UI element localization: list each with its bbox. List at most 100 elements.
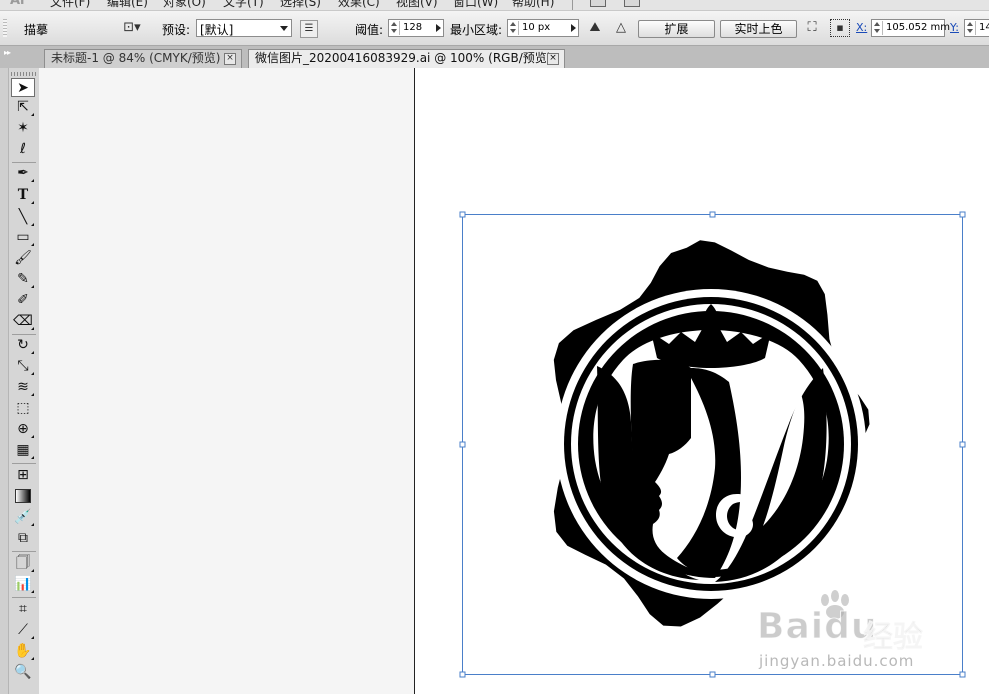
x-label[interactable]: X: [856,21,867,34]
chevron-down-icon [280,26,288,31]
tool-separator [12,597,36,598]
x-position-field[interactable]: 105.052 mm [871,19,950,37]
menu-view[interactable]: 视图(V) [396,0,438,10]
slider-arrow-icon[interactable] [571,24,576,32]
menu-file[interactable]: 文件(F) [50,0,90,10]
queen-emblem-artwork[interactable] [553,240,870,627]
eraser-tool-icon[interactable]: ⌫ [11,312,35,331]
menu-edit[interactable]: 编辑(E) [107,0,148,10]
threshold-stepper[interactable]: 128 [388,19,444,37]
lasso-tool-icon[interactable]: ℓ [11,140,35,159]
direct-selection-tool-icon[interactable]: ⇱ [11,98,35,117]
tracing-mode-label: 描摹 [24,23,49,37]
blob-brush-tool-icon[interactable]: ✐ [11,291,35,310]
column-graph-tool-icon[interactable]: 📊 [11,575,35,594]
symbol-sprayer-tool-icon[interactable]: 🗍 [11,554,35,573]
stepper-arrows-icon[interactable] [390,21,400,35]
y-position-field[interactable]: 14 [964,19,989,37]
raster-view-icon[interactable]: ⛰ [586,20,604,36]
close-icon[interactable]: × [547,53,559,65]
resize-handle-right[interactable] [959,441,966,448]
resize-handle-top[interactable] [709,211,716,218]
warp-tool-icon[interactable]: ≋ [11,378,35,397]
menu-object[interactable]: 对象(O) [163,0,206,10]
resize-handle-left[interactable] [459,441,466,448]
scale-tool-icon[interactable]: ⤡ [11,357,35,376]
tool-separator [12,463,36,464]
magic-wand-tool-icon[interactable]: ✶ [11,119,35,138]
shape-builder-tool-icon[interactable]: ⊕ [11,420,35,439]
artboard-tool-icon[interactable]: ⌗ [11,600,35,619]
resize-handle-bottom[interactable] [709,671,716,678]
resize-handle-bottom-right[interactable] [959,671,966,678]
preset-label: 预设: [162,23,191,37]
tracing-options-icon[interactable]: ⊡▾ [120,20,144,36]
y-label[interactable]: Y: [950,21,959,34]
tool-separator [12,162,36,163]
tab-wechat-image[interactable]: 微信图片_20200416083929.ai @ 100% (RGB/预览) × [248,49,565,68]
expand-button[interactable]: 扩展 [638,20,715,38]
menu-help[interactable]: 帮助(H) [512,0,554,10]
perspective-grid-tool-icon[interactable]: ▦ [11,441,35,460]
collapse-panels-icon[interactable]: ▸▸ [4,48,11,57]
pasteboard[interactable] [39,68,414,694]
rotate-tool-icon[interactable]: ↻ [11,336,35,355]
tools-panel: ➤ ⇱ ✶ ℓ ✒ T ╲ ▭ 🖌 ✎ ✐ ⌫ ↻ ⤡ ≋ ⬚ ⊕ ▦ ⊞ 💉 … [8,68,40,694]
stepper-arrows-icon[interactable] [966,21,976,35]
tool-separator [12,551,36,552]
gradient-swatch [15,489,31,503]
menu-effect[interactable]: 效果(C) [338,0,380,10]
gradient-tool-icon[interactable] [11,487,35,506]
close-icon[interactable]: × [224,53,236,65]
y-position-value: 14 [979,22,989,33]
document-tab-bar: ▸▸ 未标题-1 @ 84% (CMYK/预览) × 微信图片_20200416… [0,46,989,69]
control-bar: 描摹 ⊡▾ 预设: [默认] ☰ 阈值: 128 最小区域: 10 px ⛰ △… [0,11,989,46]
tools-panel-grip[interactable] [11,72,37,76]
reference-point-icon[interactable]: ▪ [830,19,850,37]
preset-dropdown[interactable]: [默认] [196,19,292,37]
min-area-label: 最小区域: [450,23,503,37]
paintbrush-tool-icon[interactable]: 🖌 [11,249,35,268]
arrange-documents-icon[interactable] [624,0,640,7]
selection-tool-icon[interactable]: ➤ [11,78,35,97]
slider-arrow-icon[interactable] [436,24,441,32]
tab-untitled-1[interactable]: 未标题-1 @ 84% (CMYK/预览) × [44,49,242,68]
hand-tool-icon[interactable]: ✋ [11,642,35,661]
threshold-label: 阈值: [355,23,384,37]
resize-handle-top-right[interactable] [959,211,966,218]
stepper-arrows-icon[interactable] [509,21,519,35]
zoom-tool-icon[interactable]: 🔍 [11,663,35,682]
x-position-value: 105.052 mm [886,22,951,33]
menu-window[interactable]: 窗口(W) [453,0,498,10]
live-paint-button[interactable]: 实时上色 [720,20,797,38]
vector-view-icon[interactable]: △ [612,20,630,36]
artboard[interactable] [414,68,989,694]
eyedropper-tool-icon[interactable]: 💉 [11,508,35,527]
free-transform-tool-icon[interactable]: ⬚ [11,399,35,418]
type-tool-icon[interactable]: T [11,186,35,205]
tab-label: 未标题-1 @ 84% (CMYK/预览) [51,51,221,65]
mesh-tool-icon[interactable]: ⊞ [11,466,35,485]
resize-handle-bottom-left[interactable] [459,671,466,678]
slice-tool-icon[interactable]: ⟋ [11,621,35,640]
rectangle-tool-icon[interactable]: ▭ [11,228,35,247]
bridge-icon[interactable] [590,0,606,7]
crown-jewel-left [651,328,659,336]
menu-separator [572,0,573,10]
isolate-object-icon[interactable]: ⛶ [803,20,821,36]
min-area-stepper[interactable]: 10 px [507,19,579,37]
blend-tool-icon[interactable]: ⧉ [11,529,35,548]
pen-tool-icon[interactable]: ✒ [11,164,35,183]
menu-bar: Ai 文件(F) 编辑(E) 对象(O) 文字(T) 选择(S) 效果(C) 视… [0,0,989,11]
line-segment-tool-icon[interactable]: ╲ [11,208,35,227]
app-logo: Ai [10,0,25,8]
menu-type[interactable]: 文字(T) [223,0,264,10]
menu-select[interactable]: 选择(S) [280,0,321,10]
stepper-arrows-icon[interactable] [873,21,883,35]
left-edge-strip [0,68,8,694]
pencil-tool-icon[interactable]: ✎ [11,270,35,289]
resize-handle-top-left[interactable] [459,211,466,218]
tab-label: 微信图片_20200416083929.ai @ 100% (RGB/预览) [255,51,552,65]
control-bar-grip[interactable] [3,19,7,37]
tracing-options-dialog-icon[interactable]: ☰ [300,20,318,38]
